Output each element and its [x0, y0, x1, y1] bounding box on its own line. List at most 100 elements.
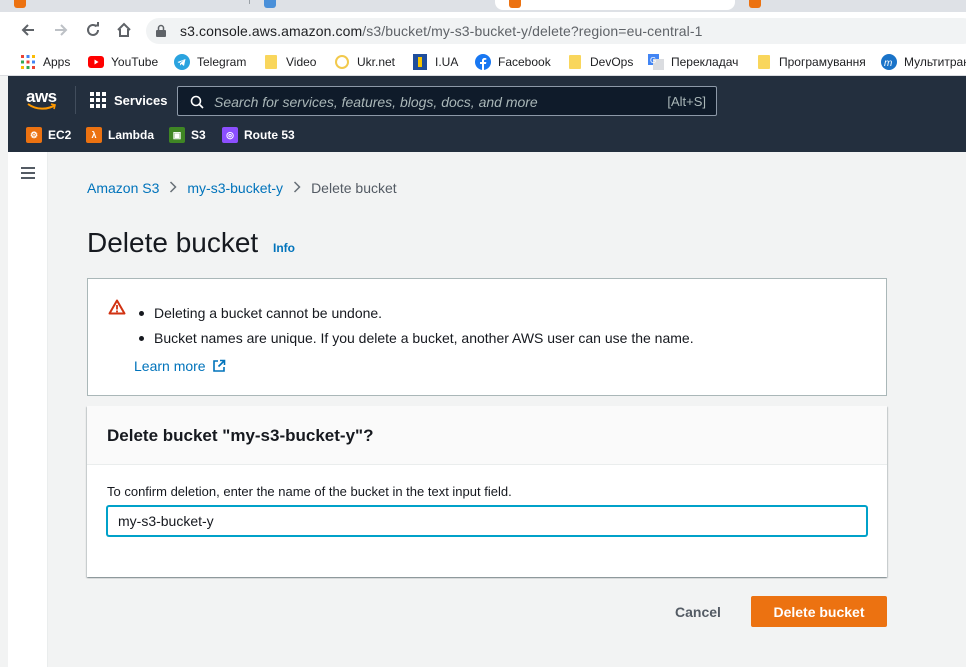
forward-button[interactable]: [49, 18, 73, 42]
svg-text:m: m: [884, 58, 892, 69]
address-bar[interactable]: s3.console.aws.amazon.com/s3/bucket/my-s…: [146, 18, 966, 44]
external-link-icon: [212, 359, 225, 372]
browser-toolbar: s3.console.aws.amazon.com/s3/bucket/my-s…: [0, 12, 966, 48]
menu-icon[interactable]: [21, 167, 35, 182]
bookmark-ukrnet[interactable]: Ukr.net: [334, 53, 395, 71]
back-button[interactable]: [16, 18, 40, 42]
bookmark-telegram[interactable]: Telegram: [174, 53, 246, 71]
bookmark-translator[interactable]: G Перекладач: [648, 53, 738, 71]
side-navigation-collapsed: [8, 152, 48, 667]
cancel-button[interactable]: Cancel: [662, 597, 734, 627]
s3-bucket-icon: ▣: [169, 127, 185, 143]
bookmark-label: DevOps: [590, 55, 634, 69]
bookmark-label: Apps: [43, 55, 71, 69]
aws-search-input[interactable]: Search for services, features, blogs, do…: [177, 86, 717, 116]
bookmark-label: Video: [286, 55, 317, 69]
delete-confirm-panel: Delete bucket "my-s3-bucket-y"? To confi…: [87, 406, 887, 577]
favorite-label: S3: [191, 128, 206, 142]
bookmark-facebook[interactable]: Facebook: [475, 53, 551, 71]
aws-smile-icon: [27, 103, 56, 110]
reload-button[interactable]: [81, 18, 105, 42]
favorite-label: Lambda: [108, 128, 155, 142]
url-text: s3.console.aws.amazon.com/s3/bucket/my-s…: [180, 23, 702, 39]
lock-icon: [156, 24, 166, 37]
bookmark-multitran[interactable]: m Мультитран: [881, 53, 966, 71]
favorite-label: EC2: [48, 128, 72, 142]
aws-tab-icon: [749, 0, 761, 8]
panel-heading: Delete bucket "my-s3-bucket-y"?: [107, 426, 374, 445]
aws-top-navigation: aws Services Search for services, featur…: [8, 76, 966, 152]
bookmark-label: Telegram: [197, 55, 247, 69]
home-icon: [117, 22, 131, 37]
favorite-label: Route 53: [244, 128, 295, 142]
route53-icon: ◎: [222, 127, 238, 143]
youtube-icon: [88, 54, 104, 70]
services-menu-button[interactable]: Services: [90, 92, 168, 108]
bookmark-apps[interactable]: Apps: [20, 53, 70, 71]
browser-tab-active[interactable]: [495, 0, 735, 10]
translate-icon: G: [648, 54, 664, 70]
page-title: Delete bucket: [87, 227, 259, 258]
favorite-route53[interactable]: ◎ Route 53: [222, 127, 295, 143]
home-button[interactable]: [112, 18, 136, 42]
services-grid-icon: [90, 92, 106, 108]
search-placeholder: Search for services, features, blogs, do…: [214, 94, 538, 110]
learn-more-link[interactable]: Learn more: [134, 358, 226, 374]
arrow-left-icon: [21, 24, 34, 36]
folder-icon: [263, 54, 279, 70]
search-icon: [190, 95, 204, 109]
aws-tab-icon: [509, 0, 521, 8]
bookmark-iua[interactable]: I.UA: [412, 53, 458, 71]
aws-tab-icon: [14, 0, 26, 8]
divider: [75, 86, 76, 114]
url-host: s3.console.aws.amazon.com: [180, 23, 363, 39]
warning-icon: [108, 299, 126, 315]
browser-tab[interactable]: [735, 0, 966, 10]
chevron-right-icon: [293, 180, 301, 196]
bookmark-label: YouTube: [111, 55, 159, 69]
bookmark-label: Перекладач: [671, 55, 739, 69]
bookmark-label: Програмування: [779, 55, 866, 69]
bookmark-youtube[interactable]: YouTube: [88, 53, 158, 71]
tab-favicon-icon: [264, 0, 276, 8]
warning-alert: Deleting a bucket cannot be undone. Buck…: [87, 278, 887, 396]
favorite-lambda[interactable]: λ Lambda: [86, 127, 154, 143]
url-path: /s3/bucket/my-s3-bucket-y/delete?region=…: [362, 23, 703, 39]
ec2-icon: ⚙: [26, 127, 42, 143]
chevron-right-icon: [169, 180, 177, 196]
bookmark-video[interactable]: Video: [263, 53, 316, 71]
bookmark-label: Мультитран: [904, 55, 966, 69]
warning-item: Bucket names are unique. If you delete a…: [134, 330, 694, 346]
favorite-ec2[interactable]: ⚙ EC2: [26, 127, 71, 143]
arrow-right-icon: [55, 24, 68, 36]
warning-item: Deleting a bucket cannot be undone.: [134, 305, 694, 321]
bookmark-devops[interactable]: DevOps: [567, 53, 633, 71]
browser-tab[interactable]: [250, 0, 500, 10]
bookmark-label: Ukr.net: [357, 55, 396, 69]
browser-tab-strip: [0, 0, 966, 12]
aws-logo[interactable]: aws: [26, 87, 60, 110]
facebook-icon: [475, 54, 491, 70]
panel-header: Delete bucket "my-s3-bucket-y"?: [87, 406, 887, 465]
favorite-s3[interactable]: ▣ S3: [169, 127, 206, 143]
warning-list: Deleting a bucket cannot be undone. Buck…: [134, 305, 694, 355]
bookmark-label: Facebook: [498, 55, 551, 69]
browser-tab[interactable]: [0, 0, 250, 10]
telegram-icon: [174, 54, 190, 70]
bookmark-programming[interactable]: Програмування: [756, 53, 866, 71]
reload-icon: [87, 22, 99, 36]
favorites-bar: ⚙ EC2 λ Lambda ▣ S3 ◎ Route 53: [8, 124, 966, 146]
services-label: Services: [114, 92, 168, 108]
breadcrumb-current: Delete bucket: [311, 180, 397, 196]
breadcrumb-item-amazon-s3[interactable]: Amazon S3: [87, 180, 159, 196]
info-link[interactable]: Info: [273, 241, 295, 255]
search-shortcut: [Alt+S]: [667, 94, 706, 109]
confirm-instruction: To confirm deletion, enter the name of t…: [107, 484, 512, 499]
delete-bucket-button[interactable]: Delete bucket: [751, 596, 887, 627]
multitran-icon: m: [881, 54, 897, 70]
bucket-name-confirm-input[interactable]: [107, 506, 867, 536]
bookmarks-bar: Apps YouTube Telegram Video Ukr.net I.UA…: [0, 48, 966, 76]
svg-text:G: G: [650, 56, 656, 65]
bookmark-label: I.UA: [435, 55, 459, 69]
breadcrumb-item-bucket[interactable]: my-s3-bucket-y: [187, 180, 283, 196]
